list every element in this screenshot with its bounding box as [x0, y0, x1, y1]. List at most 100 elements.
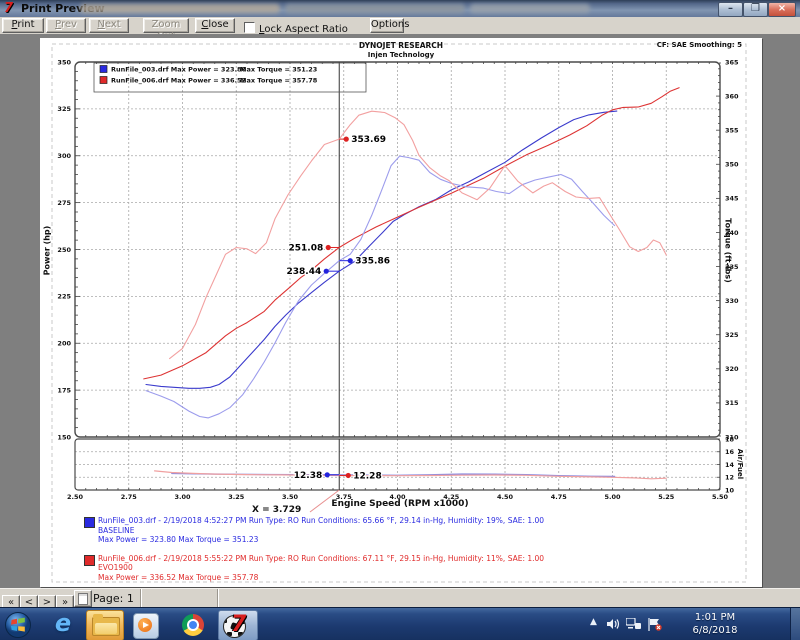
document-icon — [78, 593, 88, 605]
svg-text:350: 350 — [725, 161, 739, 169]
close-button[interactable]: Close — [195, 18, 235, 33]
action-center-flag-icon[interactable] — [648, 618, 662, 631]
prev-button: Prev — [46, 18, 86, 33]
chrome-icon — [182, 614, 204, 636]
svg-text:175: 175 — [57, 386, 71, 394]
svg-text:315: 315 — [725, 399, 739, 407]
run-max-line: Max Power = 323.80 Max Torque = 351.23 — [98, 535, 744, 545]
toolbar: PrintPrevNextZoom OutCloseLock Aspect Ra… — [0, 17, 800, 35]
run-info-entry: RunFile_006.drf - 2/19/2018 5:55:22 PM R… — [84, 554, 744, 583]
run-info-entry: RunFile_003.drf - 2/19/2018 4:52:27 PM R… — [84, 516, 744, 545]
svg-text:3.00: 3.00 — [174, 493, 191, 501]
legend-swatch — [100, 66, 107, 73]
cursor-value-dot — [324, 269, 329, 274]
svg-text:18: 18 — [725, 435, 735, 443]
cursor-value-dot — [326, 245, 331, 250]
run-name-line: EVO1900 — [98, 563, 744, 573]
print-preview-area: 3503253002752502252001751503653603553503… — [0, 34, 800, 588]
run-info-block: RunFile_003.drf - 2/19/2018 4:52:27 PM R… — [84, 516, 744, 587]
page-thumbnail-button[interactable] — [74, 590, 92, 607]
svg-text:12: 12 — [725, 474, 734, 482]
minimize-button[interactable]: – — [718, 2, 743, 17]
run-color-swatch — [84, 555, 95, 566]
run-name-line: BASELINE — [98, 526, 744, 536]
svg-text:300: 300 — [57, 152, 71, 160]
report-subtitle: Injen Technology — [301, 51, 501, 59]
show-desktop-button[interactable] — [790, 608, 800, 640]
svg-text:5.00: 5.00 — [604, 493, 621, 501]
svg-text:10: 10 — [725, 486, 735, 494]
taskbar-item-media-player[interactable] — [128, 610, 164, 639]
svg-text:2.75: 2.75 — [121, 493, 138, 501]
legend-entry-label: RunFile_006.drf Max Power = 336.52 — [111, 77, 246, 85]
legend-entry-label: RunFile_003.drf Max Power = 323.80 — [111, 66, 246, 74]
cursor-value-label: 251.08 — [289, 243, 324, 253]
start-button[interactable] — [3, 610, 33, 639]
svg-text:355: 355 — [725, 126, 739, 134]
cursor-position-label: X = 3.729 — [252, 505, 322, 512]
media-player-icon — [133, 613, 159, 639]
title-bar: 7 Print Preview – ❐ × — [0, 0, 800, 18]
svg-text:14: 14 — [725, 461, 735, 469]
redacted-title-path — [470, 4, 590, 13]
chart-legend: RunFile_003.drf Max Power = 323.80 Max To… — [94, 63, 366, 92]
volume-icon[interactable] — [606, 618, 620, 630]
run-max-line: Max Power = 336.52 Max Torque = 357.78 — [98, 573, 744, 583]
svg-text:2.50: 2.50 — [67, 493, 84, 501]
status-bar: «<>» Page: 1 — [0, 588, 800, 608]
zoom-out-button: Zoom Out — [143, 18, 189, 33]
clock[interactable]: 1:01 PM 6/8/2018 — [680, 611, 750, 637]
taskbar-item-explorer[interactable] — [86, 610, 124, 640]
system-tray: ▲ 1:01 PM 6/8/2018 — [550, 608, 800, 640]
smoothing-info: CF: SAE Smoothing: 5 — [657, 41, 742, 49]
cursor-value-label: 353.69 — [351, 135, 386, 145]
folder-icon — [92, 617, 120, 636]
svg-text:275: 275 — [57, 199, 71, 207]
svg-text:325: 325 — [57, 105, 71, 113]
checkbox-box[interactable] — [244, 22, 255, 33]
report-page: 3503253002752502252001751503653603553503… — [40, 38, 762, 587]
svg-text:325: 325 — [725, 331, 739, 339]
svg-text:320: 320 — [725, 365, 739, 373]
internet-explorer-icon: e — [55, 609, 71, 637]
svg-text:330: 330 — [725, 297, 739, 305]
winpep7-icon: 7 — [231, 611, 246, 639]
svg-text:350: 350 — [57, 58, 71, 66]
tick-labels: 3503253002752502252001751503653603553503… — [57, 58, 739, 501]
print-button[interactable]: Print — [2, 18, 44, 33]
options-button[interactable]: Options — [370, 18, 404, 33]
svg-text:3.50: 3.50 — [282, 493, 299, 501]
svg-text:360: 360 — [725, 92, 739, 100]
close-window-button[interactable]: × — [768, 2, 796, 17]
cursor-value-dot — [348, 258, 353, 263]
restore-button[interactable]: ❐ — [743, 2, 768, 17]
legend-entry-torque: Max Torque = 357.78 — [240, 77, 318, 85]
svg-text:200: 200 — [57, 340, 71, 348]
run-details-line: RunFile_006.drf - 2/19/2018 5:55:22 PM R… — [98, 554, 744, 564]
taskbar-item-internet-explorer[interactable]: e — [46, 610, 80, 639]
screen: 7 Print Preview – ❐ × PrintPrevNext Zoom … — [0, 0, 800, 640]
cursor-value-dot — [325, 472, 330, 477]
next-button: Next — [89, 18, 129, 33]
series-runfile-006-torque — [170, 111, 667, 358]
legend-swatch — [100, 77, 107, 84]
run-details-line: RunFile_003.drf - 2/19/2018 4:52:27 PM R… — [98, 516, 744, 526]
svg-text:150: 150 — [57, 433, 71, 441]
tray-expand-icon[interactable]: ▲ — [590, 617, 597, 627]
cursor-value-label: 12.38 — [294, 471, 322, 481]
airfuel-axis-title: Air/Fuel — [736, 436, 744, 492]
redacted-title-path — [285, 4, 465, 13]
svg-text:5.25: 5.25 — [658, 493, 675, 501]
tray-time: 1:01 PM — [680, 611, 750, 624]
windows-orb-icon — [4, 611, 32, 639]
page-number-label: Page: 1 — [93, 592, 134, 605]
taskbar-item-chrome[interactable] — [176, 610, 212, 639]
taskbar-item-winpep[interactable]: 7 — [218, 610, 258, 640]
svg-text:3.25: 3.25 — [228, 493, 245, 501]
taskbar: e 7 ▲ — [0, 607, 800, 640]
run-color-swatch — [84, 517, 95, 528]
cursor-value-dot — [346, 473, 351, 478]
gridlines — [75, 62, 720, 490]
network-icon[interactable] — [626, 618, 641, 630]
series-runfile-003-torque — [146, 156, 615, 418]
